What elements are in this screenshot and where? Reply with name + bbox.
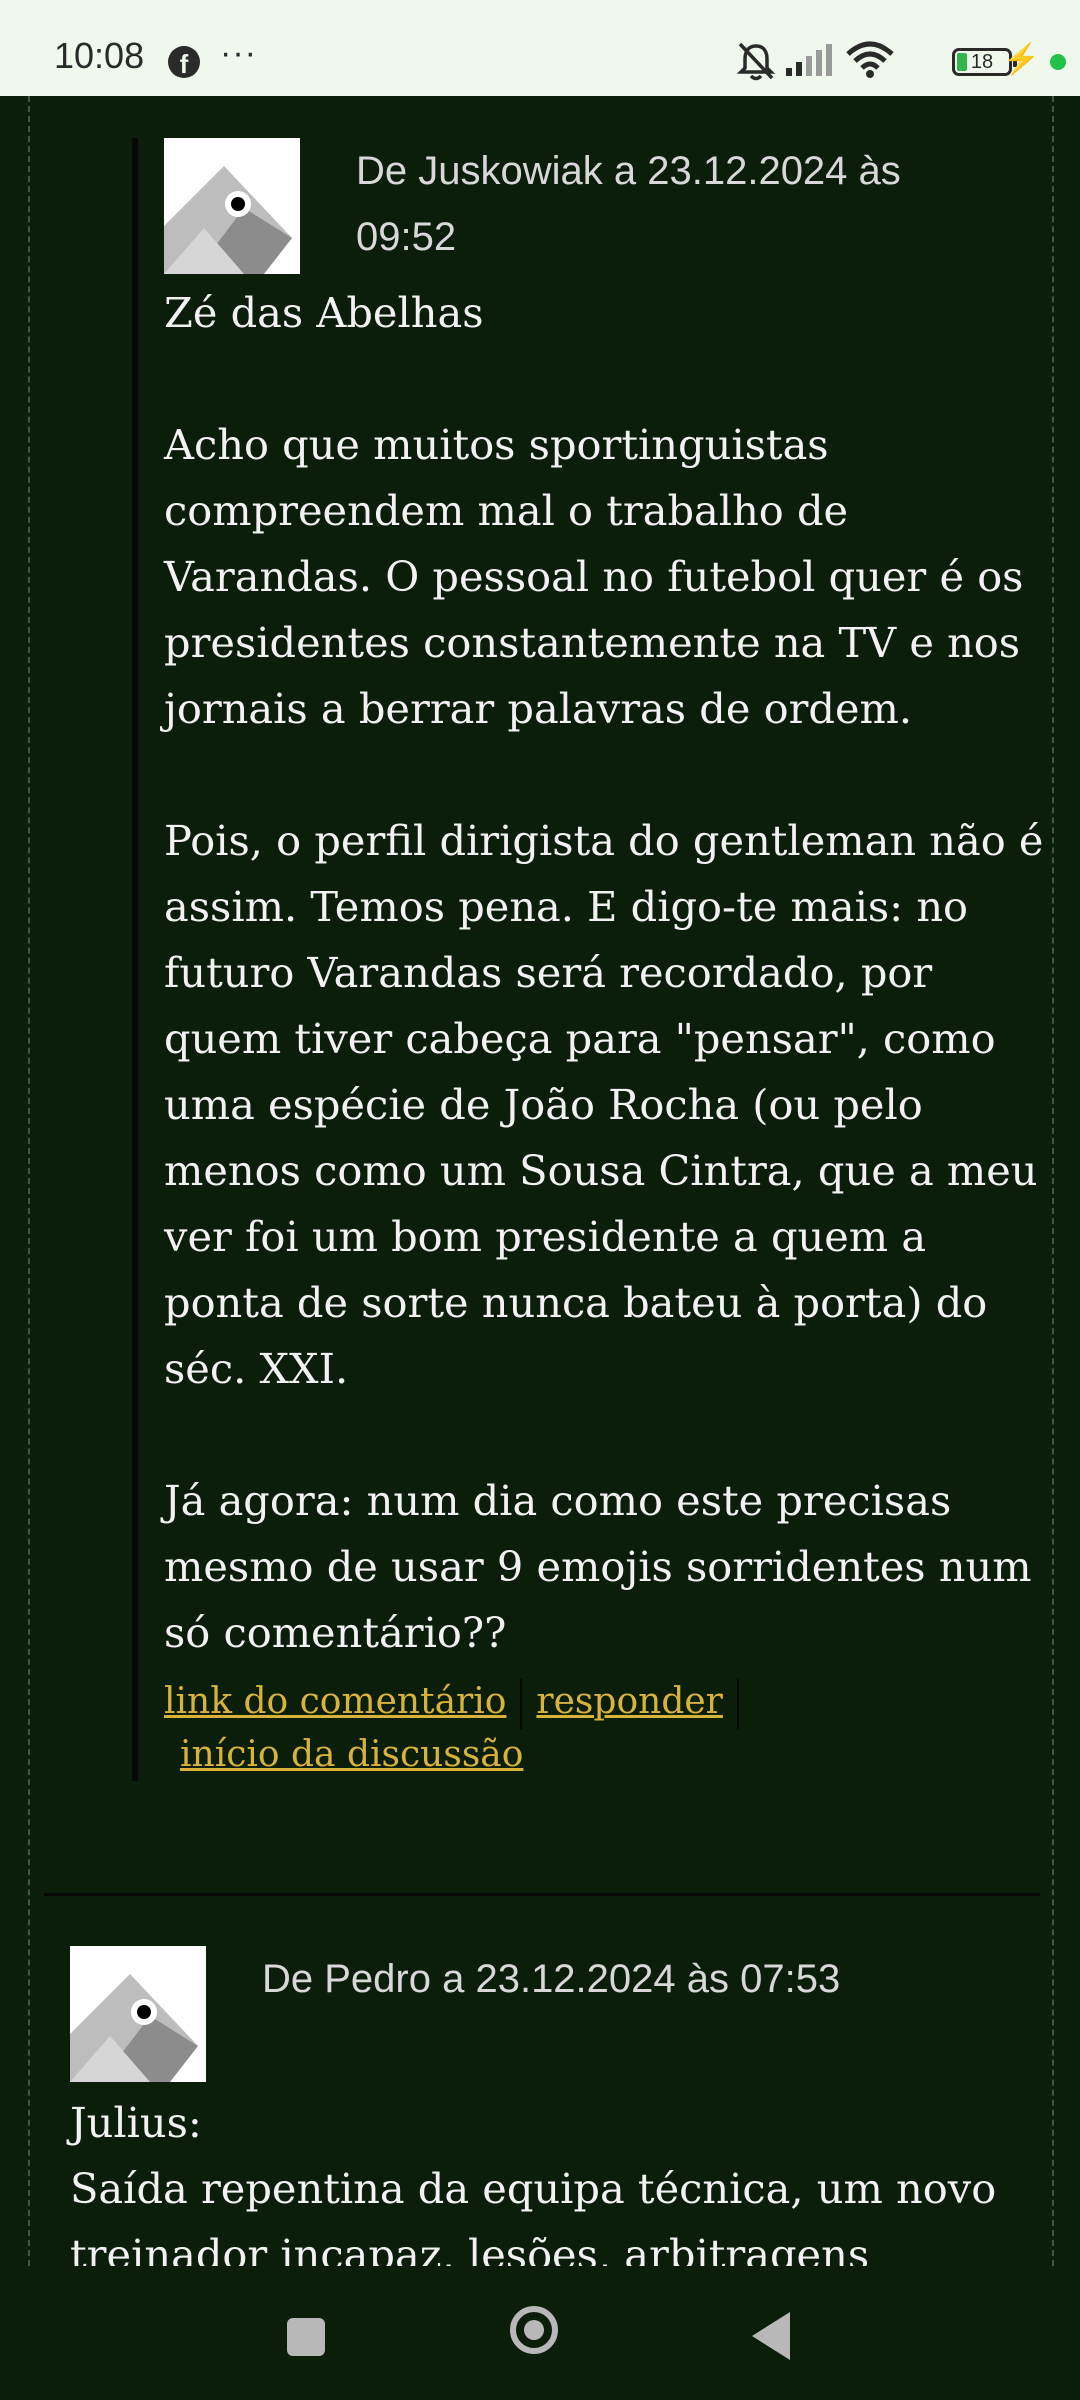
comment-separator bbox=[44, 1893, 1040, 1896]
recent-apps-button[interactable] bbox=[287, 2318, 325, 2356]
thread-border-left bbox=[28, 96, 30, 2266]
thread-start-link[interactable]: início da discussão bbox=[180, 1734, 523, 1775]
default-avatar-icon bbox=[70, 1974, 198, 2082]
reply-link[interactable]: responder bbox=[536, 1681, 722, 1722]
comment-actions: link do comentário responder início da di… bbox=[164, 1676, 1052, 1781]
comment-body: Julius: Saída repentina da equipa técnic… bbox=[70, 2098, 997, 2266]
bell-muted-icon bbox=[736, 42, 776, 81]
comment-meta: De Pedro a 23.12.2024 às 07:53 bbox=[262, 1957, 841, 2001]
navigation-bar bbox=[0, 2266, 1080, 2400]
privacy-indicator-icon bbox=[1050, 54, 1066, 70]
link-divider bbox=[736, 1679, 739, 1729]
wifi-icon bbox=[846, 41, 894, 78]
comment-body: Zé das Abelhas Acho que muitos sportingu… bbox=[164, 288, 1044, 1657]
comment: De Juskowiak a 23.12.2024 às 09:52 Zé da… bbox=[132, 138, 1052, 1781]
signal-icon bbox=[786, 44, 832, 76]
clock: 10:08 bbox=[54, 35, 145, 76]
link-divider bbox=[520, 1679, 523, 1729]
thread-border-right bbox=[1052, 96, 1054, 2266]
comments-area[interactable]: De Juskowiak a 23.12.2024 às 09:52 Zé da… bbox=[0, 96, 1080, 2266]
battery-level: 18 bbox=[970, 51, 994, 73]
comment-permalink-link[interactable]: link do comentário bbox=[164, 1681, 506, 1722]
comment: De Pedro a 23.12.2024 às 07:53 Julius: S… bbox=[70, 1946, 1030, 2266]
avatar[interactable] bbox=[164, 138, 300, 274]
status-bar: 10:08 f ··· 18 ⚡ bbox=[0, 0, 1080, 96]
avatar[interactable] bbox=[70, 1946, 206, 2082]
facebook-icon: f bbox=[168, 46, 200, 79]
back-button[interactable] bbox=[752, 2312, 790, 2360]
default-avatar-icon bbox=[164, 166, 292, 274]
home-button[interactable] bbox=[510, 2306, 558, 2354]
charging-icon: ⚡ bbox=[1002, 43, 1040, 76]
comment-meta: De Juskowiak a 23.12.2024 às 09:52 bbox=[356, 149, 901, 259]
more-notifications-icon: ··· bbox=[220, 34, 257, 72]
